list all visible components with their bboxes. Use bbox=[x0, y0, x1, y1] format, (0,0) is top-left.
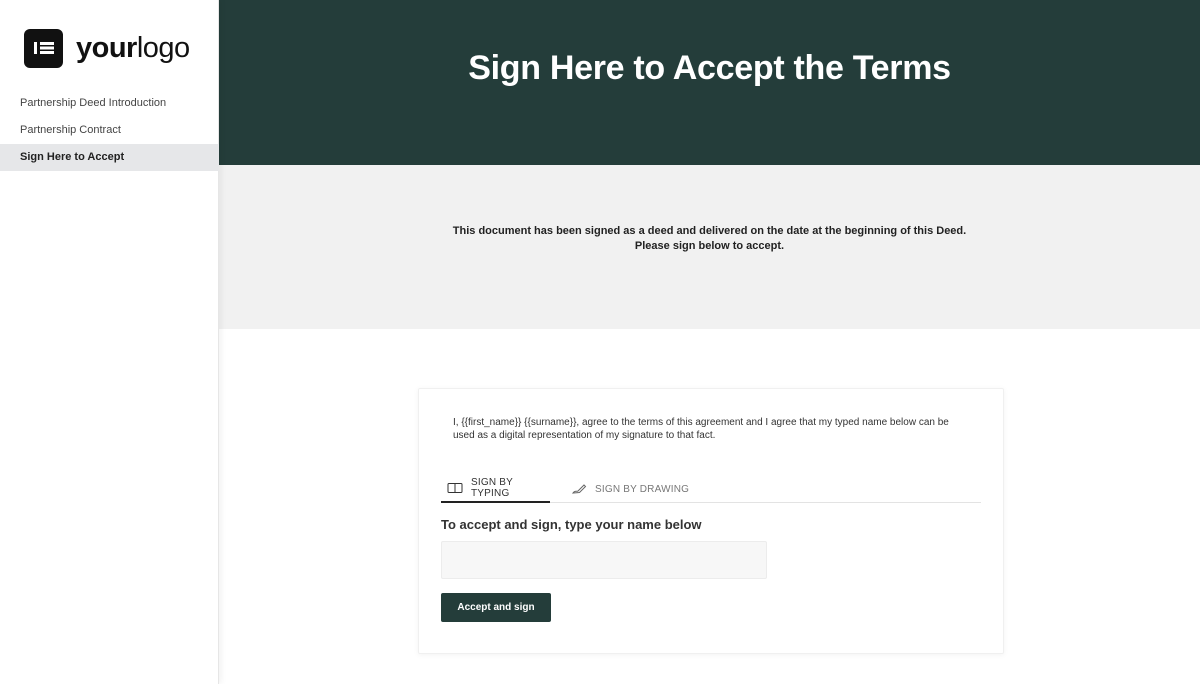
sidebar-item-partnership-contract[interactable]: Partnership Contract bbox=[0, 117, 219, 144]
logo[interactable]: yourlogo bbox=[24, 28, 190, 68]
page-title: Sign Here to Accept the Terms bbox=[468, 49, 951, 87]
tab-sign-by-drawing-label: SIGN BY DRAWING bbox=[595, 483, 690, 495]
tab-sign-by-typing-label: SIGN BY TYPING bbox=[471, 477, 513, 499]
signature-card: I, {{first_name}} {{surname}}, agree to … bbox=[418, 388, 1004, 654]
signature-name-input[interactable] bbox=[441, 541, 767, 579]
intro-text-line2: Please sign below to accept. bbox=[634, 240, 785, 252]
accept-and-sign-button[interactable]: Accept and sign bbox=[441, 593, 551, 622]
sidebar-item-sign-here-to-accept[interactable]: Sign Here to Accept bbox=[0, 144, 219, 171]
logo-mark-icon bbox=[24, 28, 63, 68]
intro-text-line1: This document has been signed as a deed … bbox=[452, 225, 967, 237]
tab-sign-by-typing[interactable]: SIGN BY TYPING bbox=[441, 475, 550, 503]
signature-tabs: SIGN BY TYPING SIGN BY DRAWING bbox=[441, 475, 981, 503]
sidebar: yourlogo Partnership Deed Introduction P… bbox=[0, 0, 219, 684]
agreement-text: I, {{first_name}} {{surname}}, agree to … bbox=[453, 417, 949, 441]
sign-instruction: To accept and sign, type your name below bbox=[441, 517, 702, 532]
intro-section: This document has been signed as a deed … bbox=[219, 165, 1200, 329]
sidebar-nav: Partnership Deed Introduction Partnershi… bbox=[0, 90, 219, 171]
keyboard-icon bbox=[447, 482, 463, 494]
tab-sign-by-drawing[interactable]: SIGN BY DRAWING bbox=[571, 475, 689, 503]
pen-icon bbox=[571, 483, 587, 495]
sidebar-item-partnership-deed-introduction[interactable]: Partnership Deed Introduction bbox=[0, 90, 219, 117]
logo-text: yourlogo bbox=[76, 31, 190, 64]
page-header: Sign Here to Accept the Terms bbox=[219, 0, 1200, 165]
